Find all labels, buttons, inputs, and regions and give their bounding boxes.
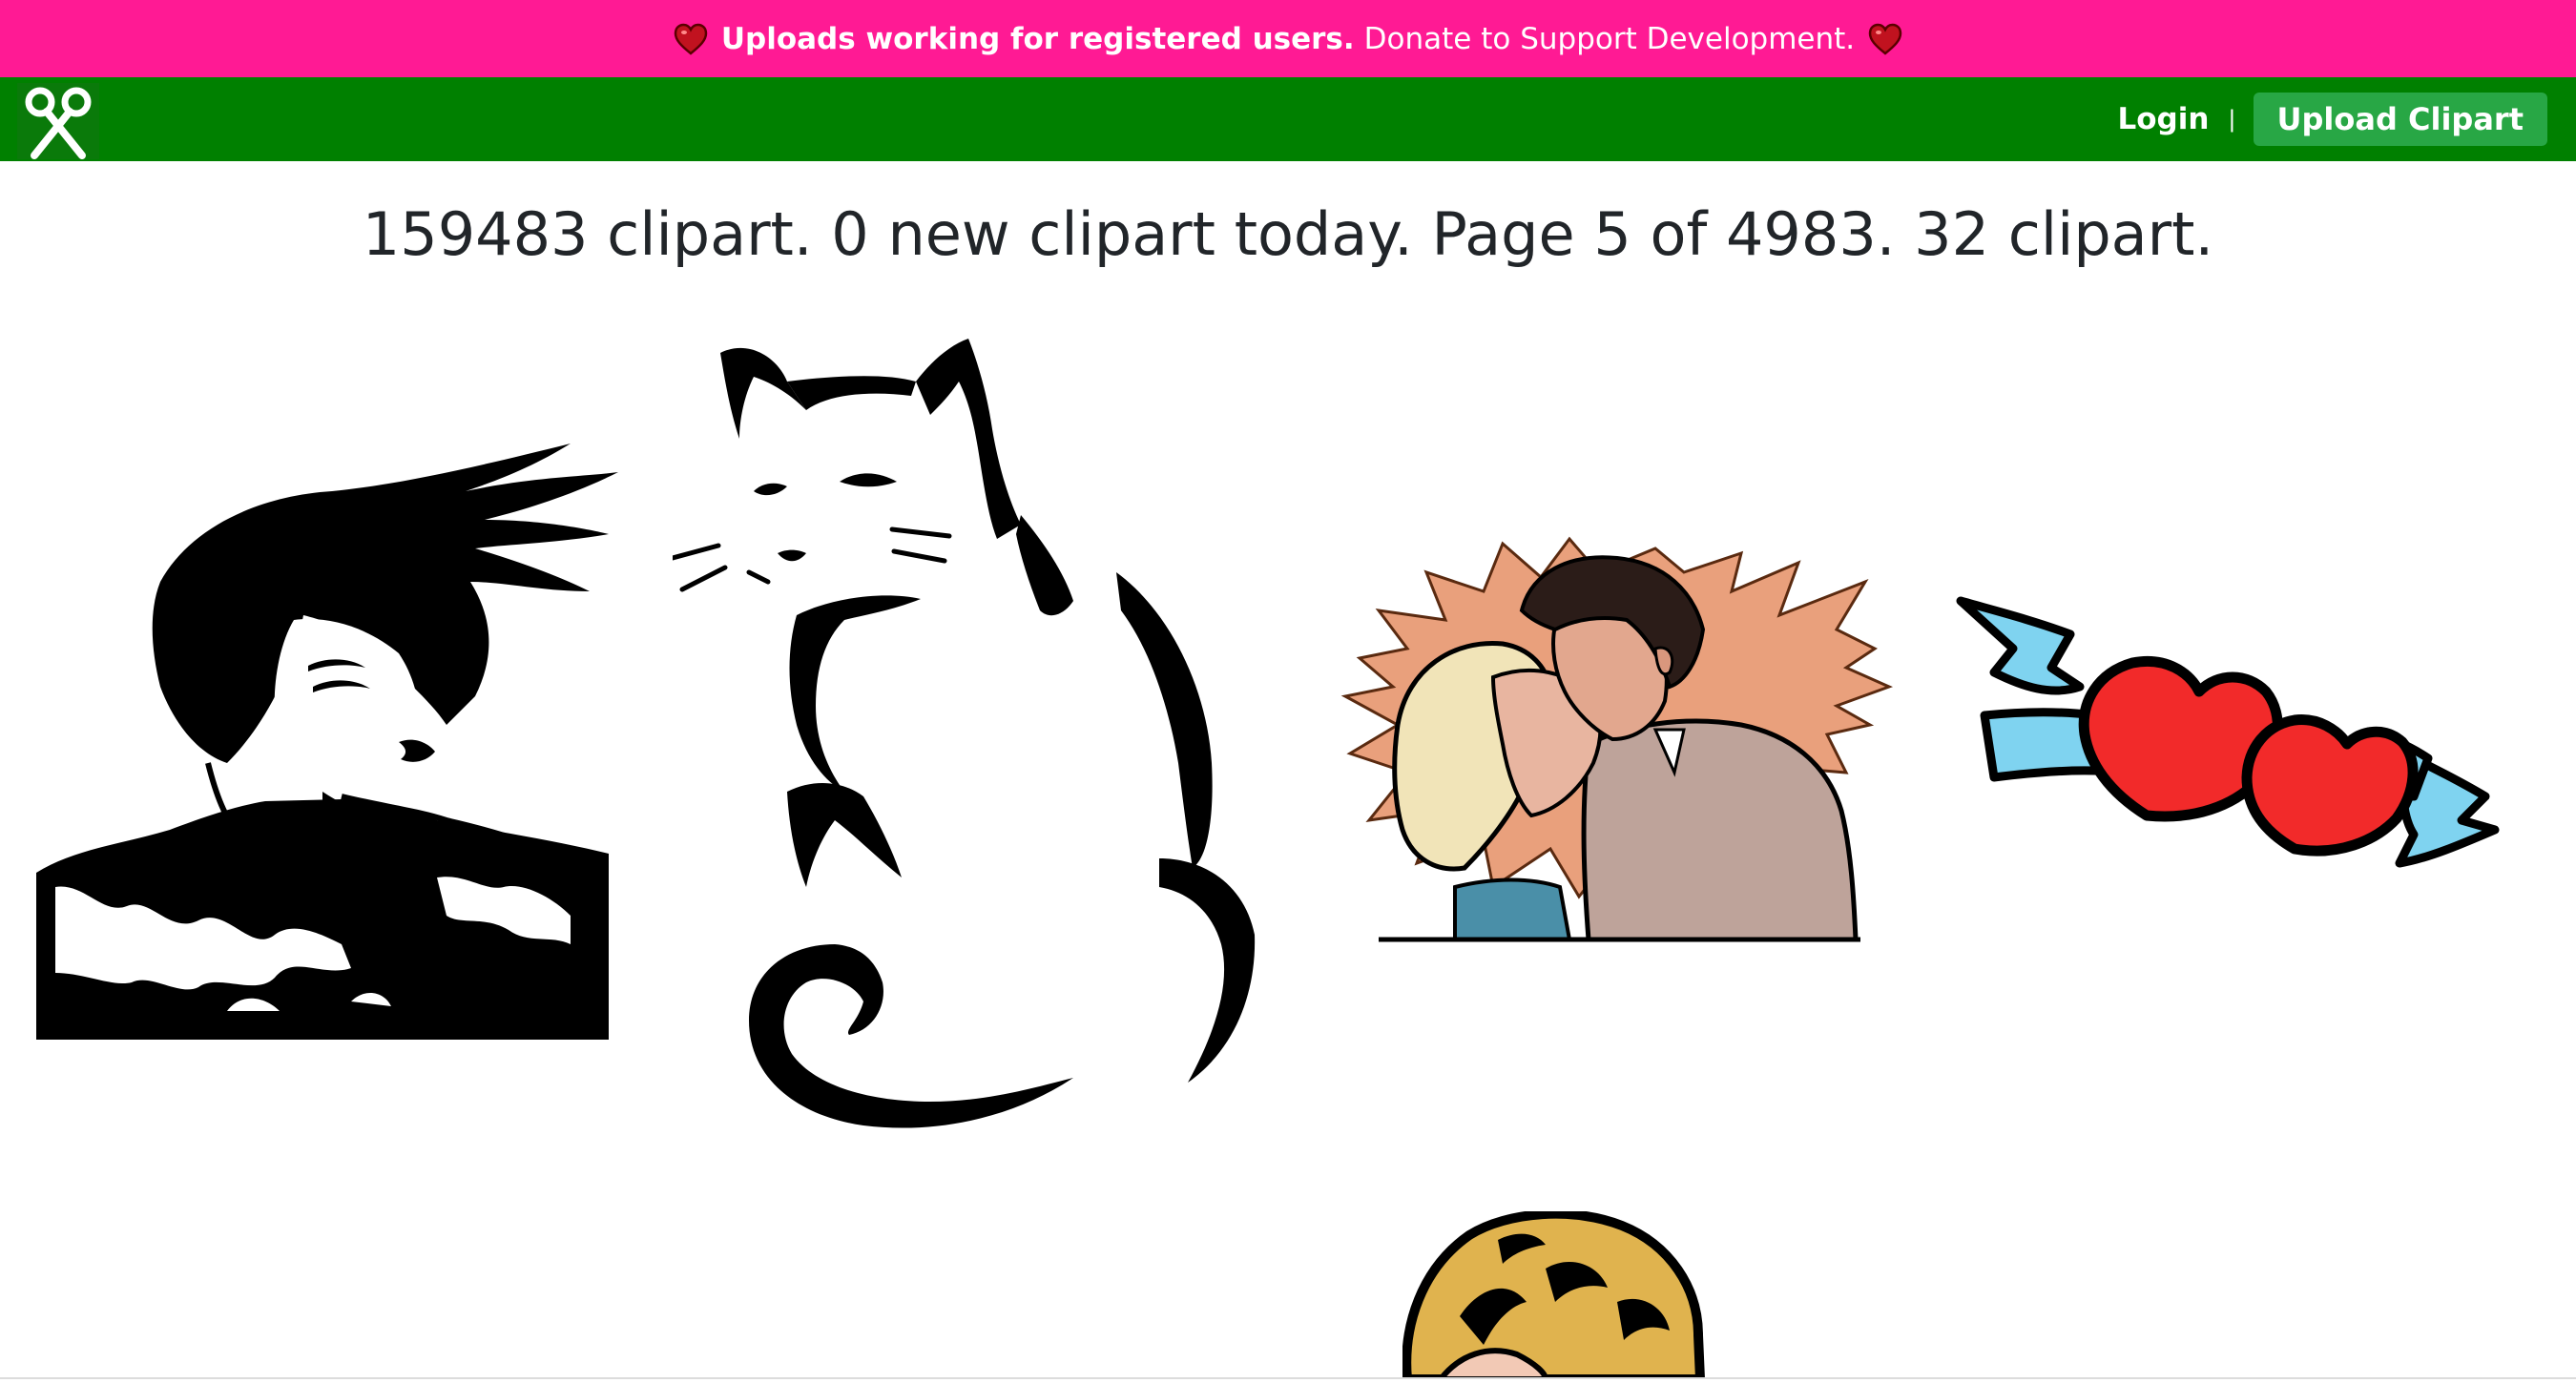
clipart-thumbnail[interactable]	[670, 324, 1264, 1164]
woman-hair-clipart	[36, 444, 618, 1040]
banner-message: Uploads working for registered users.	[720, 21, 1355, 56]
navbar: Login | Upload Clipart	[0, 77, 2576, 161]
nav-separator: |	[2228, 106, 2236, 133]
hearts-ribbon-clipart	[1956, 596, 2500, 868]
blonde-hair-clipart	[1402, 1208, 1706, 1383]
nav-actions: Login | Upload Clipart	[2117, 92, 2547, 147]
cat-clipart	[670, 339, 1256, 1128]
couple-kissing-clipart	[1340, 536, 1894, 942]
donation-banner: Uploads working for registered users. Do…	[0, 0, 2576, 77]
upload-clipart-button[interactable]: Upload Clipart	[2253, 93, 2547, 146]
clipart-thumbnail[interactable]	[1340, 534, 1903, 949]
home-logo[interactable]	[17, 83, 99, 159]
clipart-thumbnail[interactable]	[1956, 591, 2500, 897]
login-link[interactable]: Login	[2117, 102, 2209, 136]
heart-icon	[674, 23, 708, 55]
donate-link[interactable]: Donate to Support Development.	[1364, 22, 1855, 56]
page-stats: 159483 clipart. 0 new clipart today. Pag…	[362, 199, 2214, 269]
clipart-thumbnail[interactable]	[1402, 1208, 1708, 1383]
clipart-thumbnail[interactable]	[36, 439, 618, 1040]
scissors-icon	[25, 87, 92, 159]
heart-icon	[1868, 23, 1902, 55]
